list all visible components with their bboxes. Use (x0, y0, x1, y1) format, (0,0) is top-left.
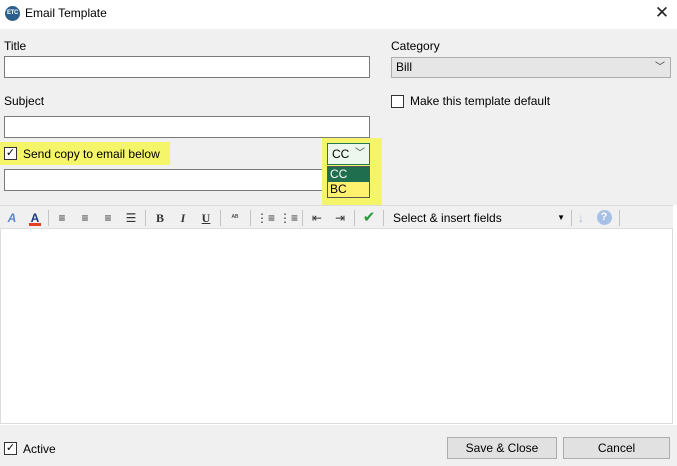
insert-fields-select[interactable]: Select & insert fields ▼ (388, 208, 569, 228)
bullet-list-icon[interactable]: ⋮≡ (256, 209, 275, 227)
close-icon[interactable]: ✕ (652, 3, 672, 23)
subject-input[interactable] (4, 116, 370, 138)
title-input[interactable] (4, 56, 370, 78)
active-checkbox[interactable]: ✓ (4, 442, 17, 455)
category-select[interactable]: Bill ﹀ (391, 57, 671, 78)
title-label: Title (4, 39, 27, 53)
app-logo-icon: ETC (5, 6, 20, 21)
send-copy-checkbox[interactable]: ✓ (4, 147, 17, 160)
copy-type-value: CC (332, 147, 350, 161)
arrow-down-icon[interactable]: ↓ (572, 209, 590, 227)
caret-down-icon: ▼ (557, 213, 565, 222)
help-icon[interactable]: ? (595, 209, 613, 227)
align-center-icon[interactable]: ≡ (76, 209, 94, 227)
send-copy-label: Send copy to email below (23, 147, 160, 161)
italic-icon[interactable]: I (174, 209, 192, 227)
spellcheck-icon[interactable]: ✔ (360, 209, 378, 227)
cancel-button[interactable]: Cancel (563, 437, 670, 459)
numbered-list-icon[interactable]: ⋮≡ (279, 209, 298, 227)
format-painter-icon[interactable]: ᴬᴮ (226, 209, 244, 227)
dropdown-option-cc[interactable]: CC (328, 167, 369, 182)
default-label: Make this template default (410, 94, 551, 108)
default-checkbox[interactable] (391, 95, 404, 108)
dropdown-option-bc[interactable]: BC (328, 182, 369, 197)
align-justify-icon[interactable]: ☰ (122, 209, 140, 227)
copy-type-select[interactable]: CC ﹀ (327, 143, 370, 165)
align-right-icon[interactable]: ≡ (99, 209, 117, 227)
category-label: Category (391, 39, 440, 53)
copy-email-input[interactable] (4, 169, 324, 191)
category-value: Bill (396, 60, 413, 74)
align-left-icon[interactable]: ≡ (53, 209, 71, 227)
editor-toolbar: A A ≡ ≡ ≡ ☰ B I U ᴬᴮ ⋮≡ ⋮≡ ⇤ ⇥ ✔ Select … (0, 205, 673, 229)
insert-fields-label: Select & insert fields (393, 211, 502, 225)
chevron-down-icon: ﹀ (655, 62, 665, 73)
subject-label: Subject (4, 94, 45, 108)
window-title: Email Template (25, 6, 107, 20)
save-close-button[interactable]: Save & Close (447, 437, 557, 459)
underline-icon[interactable]: U (197, 209, 215, 227)
chevron-down-icon: ﹀ (355, 148, 365, 159)
bold-icon[interactable]: B (151, 209, 169, 227)
indent-icon[interactable]: ⇥ (331, 209, 349, 227)
outdent-icon[interactable]: ⇤ (308, 209, 326, 227)
font-style-icon[interactable]: A (3, 209, 21, 227)
title-bar: ETC Email Template ✕ (0, 0, 677, 29)
copy-type-dropdown: CC BC (327, 166, 370, 198)
email-body-editor[interactable] (0, 229, 673, 424)
active-label: Active (23, 442, 56, 456)
font-color-icon[interactable]: A (26, 209, 44, 227)
